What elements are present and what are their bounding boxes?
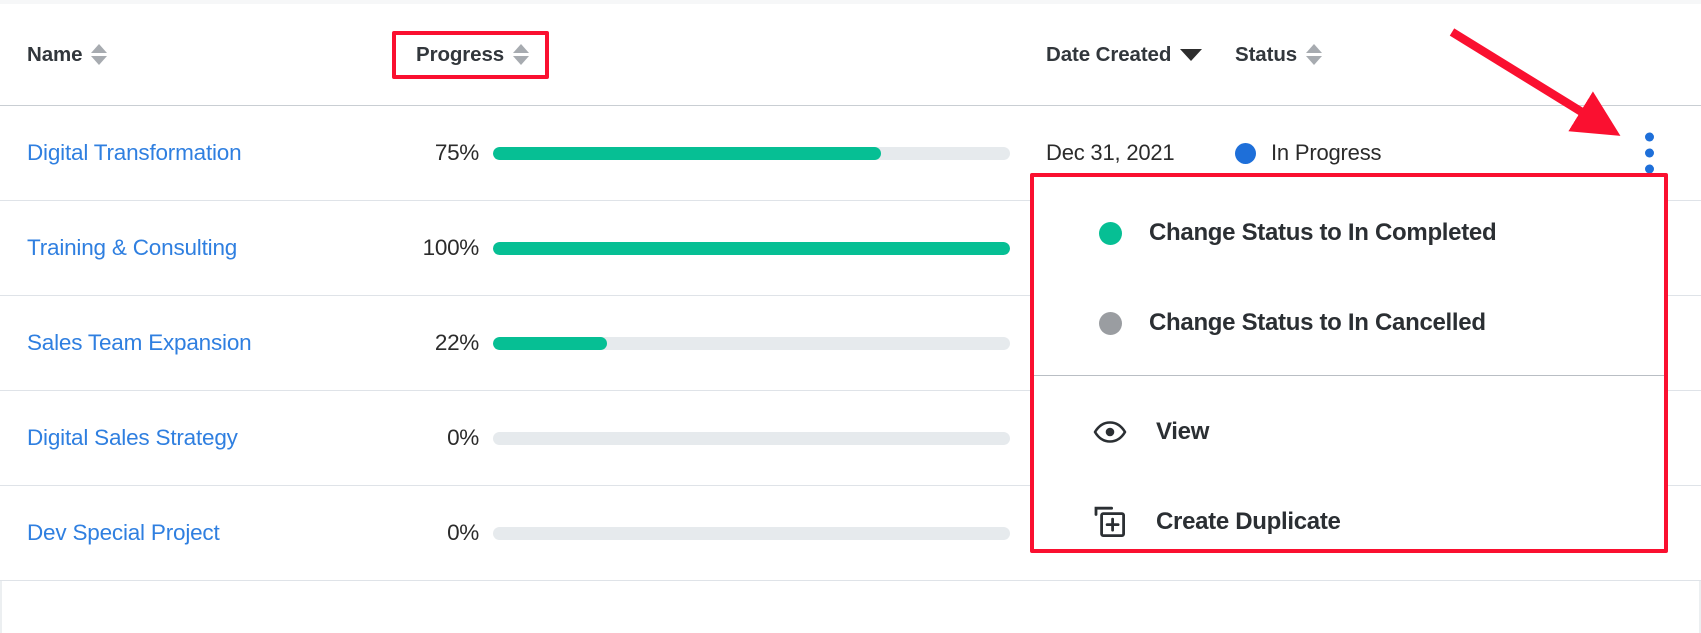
status-dot-icon [1235, 142, 1256, 164]
row-progress-cell: 75% [408, 140, 1010, 166]
row-progress-cell: 100% [408, 235, 1010, 261]
column-header-status[interactable]: Status [1235, 42, 1323, 67]
eye-icon [1091, 420, 1129, 444]
project-name-link[interactable]: Dev Special Project [27, 520, 220, 545]
column-header-progress-cell: Progress [392, 30, 991, 79]
project-name-link[interactable]: Digital Transformation [27, 140, 242, 165]
row-progress-cell: 22% [408, 330, 1010, 356]
row-name-cell: Sales Team Expansion [0, 330, 408, 356]
duplicate-plus-icon [1091, 505, 1129, 539]
status-label: In Progress [1271, 140, 1382, 165]
row-name-cell: Training & Consulting [0, 235, 408, 261]
project-name-link[interactable]: Sales Team Expansion [27, 330, 252, 355]
row-name-cell: Digital Transformation [0, 140, 408, 166]
column-header-name[interactable]: Name [27, 42, 108, 67]
progress-bar-track [493, 146, 1010, 160]
context-menu-status-group: Change Status to In Completed Change Sta… [1034, 188, 1664, 368]
column-header-date-created-label: Date Created [1046, 42, 1172, 66]
menu-item-change-status-completed[interactable]: Change Status to In Completed [1034, 188, 1664, 278]
progress-bar-track [493, 526, 1010, 540]
sort-both-icon[interactable] [1306, 44, 1323, 65]
progress-percent-label: 75% [434, 140, 479, 165]
column-header-date-created[interactable]: Date Created [1046, 42, 1203, 67]
row-status-cell: In Progress [1221, 140, 1441, 166]
status-dot-icon [1099, 311, 1122, 335]
project-name-link[interactable]: Digital Sales Strategy [27, 425, 238, 450]
menu-item-change-status-cancelled[interactable]: Change Status to In Cancelled [1034, 278, 1664, 368]
progress-percent-label: 22% [434, 330, 479, 355]
column-header-date-cell: Date Created [991, 43, 1221, 67]
column-header-name-label: Name [27, 42, 83, 66]
kebab-dot-icon [1645, 148, 1654, 158]
progress-percent-label: 100% [422, 235, 480, 260]
menu-item-create-duplicate[interactable]: Create Duplicate [1034, 477, 1664, 567]
menu-item-label: Create Duplicate [1156, 508, 1341, 535]
row-more-options-button[interactable] [1645, 132, 1654, 174]
sort-ascending-triangle-icon [1306, 44, 1323, 53]
row-context-menu: Change Status to In Completed Change Sta… [1030, 173, 1668, 553]
row-progress-cell: 0% [408, 425, 1010, 451]
sort-descending-triangle-icon [1306, 56, 1323, 65]
status-dot-icon [1099, 221, 1122, 245]
context-menu-actions-group: View Create Duplicate [1034, 387, 1664, 567]
row-progress-cell: 0% [408, 520, 1010, 546]
column-header-progress-label: Progress [416, 42, 505, 66]
progress-bar-track [493, 336, 1010, 350]
menu-item-view[interactable]: View [1034, 387, 1664, 477]
row-name-cell: Dev Special Project [0, 520, 408, 546]
row-date-cell: Dec 31, 2021 [991, 140, 1221, 166]
sort-ascending-triangle-icon [513, 44, 530, 53]
sort-both-icon[interactable] [513, 44, 530, 65]
menu-item-label: Change Status to In Completed [1149, 219, 1497, 246]
column-header-name-cell: Name [0, 43, 408, 67]
kebab-dot-icon [1645, 132, 1654, 142]
progress-bar-track [493, 241, 1010, 255]
project-name-link[interactable]: Training & Consulting [27, 235, 237, 260]
row-name-cell: Digital Sales Strategy [0, 425, 408, 451]
progress-bar-fill [493, 146, 881, 160]
sort-descending-triangle-icon [513, 56, 530, 65]
menu-item-label: Change Status to In Cancelled [1149, 309, 1486, 336]
row-date-value: Dec 31, 2021 [1046, 140, 1175, 165]
column-header-status-label: Status [1235, 42, 1298, 66]
context-menu-divider [1034, 375, 1664, 376]
sort-both-icon[interactable] [91, 44, 108, 65]
progress-percent-label: 0% [447, 520, 479, 545]
column-header-status-cell: Status [1221, 43, 1441, 67]
sort-ascending-triangle-icon [91, 44, 108, 53]
menu-item-label: View [1156, 418, 1210, 445]
progress-percent-label: 0% [447, 425, 479, 450]
progress-bar-fill [493, 241, 1010, 255]
progress-bar-track [493, 431, 1010, 445]
column-header-progress-highlight[interactable]: Progress [392, 30, 550, 79]
table-header-row: Name Progress Date Created Status [0, 4, 1701, 106]
status-badge: In Progress [1235, 140, 1441, 166]
sort-descending-triangle-icon [91, 56, 108, 65]
progress-bar-fill [493, 336, 607, 350]
column-header-progress[interactable]: Progress [416, 42, 530, 67]
sort-desc-icon[interactable] [1180, 48, 1203, 61]
